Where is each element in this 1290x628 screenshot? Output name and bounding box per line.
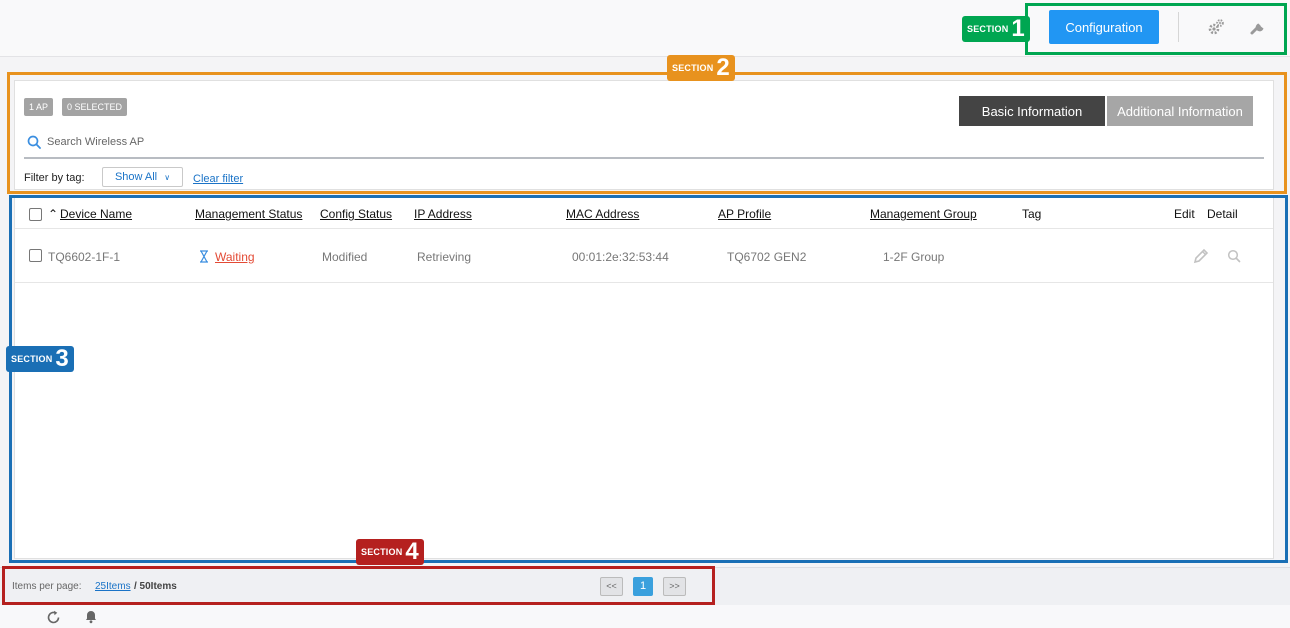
cell-ap-profile: TQ6702 GEN2 bbox=[727, 250, 807, 264]
cell-management-group: 1-2F Group bbox=[883, 250, 945, 264]
tab-additional-information[interactable]: Additional Information bbox=[1107, 96, 1253, 126]
header-tag: Tag bbox=[1022, 207, 1042, 221]
refresh-icon[interactable] bbox=[46, 610, 61, 625]
total-items: / 50Items bbox=[134, 581, 177, 592]
wrench-icon[interactable] bbox=[1249, 18, 1267, 36]
row-checkbox[interactable] bbox=[29, 249, 42, 262]
header-detail: Detail bbox=[1207, 207, 1238, 221]
next-page-button[interactable]: >> bbox=[663, 577, 686, 596]
table-row[interactable]: TQ6602-1F-1 Waiting Modified Retrieving … bbox=[15, 228, 1273, 283]
cell-management-status-link[interactable]: Waiting bbox=[215, 250, 255, 264]
gears-icon[interactable] bbox=[1207, 18, 1225, 36]
cell-ip-address: Retrieving bbox=[417, 250, 472, 264]
header-management-group[interactable]: Management Group bbox=[870, 207, 977, 221]
header-device-name[interactable]: Device Name bbox=[60, 207, 132, 221]
items-per-page-label: Items per page: bbox=[12, 581, 82, 592]
toolbar-panel: 1 AP 0 SELECTED Basic Information Additi… bbox=[14, 80, 1274, 190]
prev-page-button[interactable]: << bbox=[600, 577, 623, 596]
header-ip-address[interactable]: IP Address bbox=[414, 207, 472, 221]
items-per-page-link[interactable]: 25Items bbox=[95, 581, 131, 592]
bottom-bar bbox=[0, 605, 1290, 628]
search-bar bbox=[24, 133, 1264, 159]
tag-filter-dropdown[interactable]: Show All ∨ bbox=[102, 167, 183, 187]
select-all-checkbox[interactable] bbox=[29, 208, 42, 221]
clear-filter-link[interactable]: Clear filter bbox=[193, 173, 243, 185]
configuration-button[interactable]: Configuration bbox=[1049, 10, 1159, 44]
top-divider bbox=[1178, 12, 1179, 42]
cell-config-status: Modified bbox=[322, 250, 368, 264]
edit-pencil-icon[interactable] bbox=[1192, 247, 1210, 265]
cell-device-name: TQ6602-1F-1 bbox=[48, 250, 121, 264]
pagination-bar: Items per page: 25Items / 50Items << 1 >… bbox=[0, 567, 1290, 605]
section-1-badge: SECTION 1 bbox=[962, 16, 1030, 42]
header-edit: Edit bbox=[1174, 207, 1195, 221]
cell-mac-address: 00:01:2e:32:53:44 bbox=[572, 250, 669, 264]
current-page-button[interactable]: 1 bbox=[633, 577, 653, 596]
tag-filter-value: Show All bbox=[114, 171, 158, 183]
sort-ascending-icon[interactable]: ⌃ bbox=[48, 207, 58, 221]
top-bar: Configuration bbox=[0, 0, 1290, 57]
header-ap-profile[interactable]: AP Profile bbox=[718, 207, 771, 221]
header-config-status[interactable]: Config Status bbox=[320, 207, 392, 221]
filter-by-tag-label: Filter by tag: bbox=[24, 172, 85, 184]
header-management-status[interactable]: Management Status bbox=[195, 207, 302, 221]
chevron-down-icon: ∨ bbox=[164, 173, 171, 182]
section-4-badge: SECTION 4 bbox=[356, 539, 424, 565]
section-2-badge: SECTION 2 bbox=[667, 55, 735, 81]
header-mac-address[interactable]: MAC Address bbox=[566, 207, 639, 221]
search-icon bbox=[27, 135, 41, 149]
tab-basic-information[interactable]: Basic Information bbox=[959, 96, 1105, 126]
selected-count-badge: 0 SELECTED bbox=[62, 98, 128, 116]
search-input[interactable] bbox=[47, 136, 647, 148]
ap-count-badge: 1 AP bbox=[24, 98, 54, 116]
detail-search-icon[interactable] bbox=[1227, 249, 1241, 263]
bell-icon[interactable] bbox=[84, 609, 98, 624]
device-table: ⌃ Device Name Management Status Config S… bbox=[14, 197, 1274, 559]
hourglass-icon bbox=[199, 250, 209, 263]
section-3-badge: SECTION 3 bbox=[6, 346, 74, 372]
